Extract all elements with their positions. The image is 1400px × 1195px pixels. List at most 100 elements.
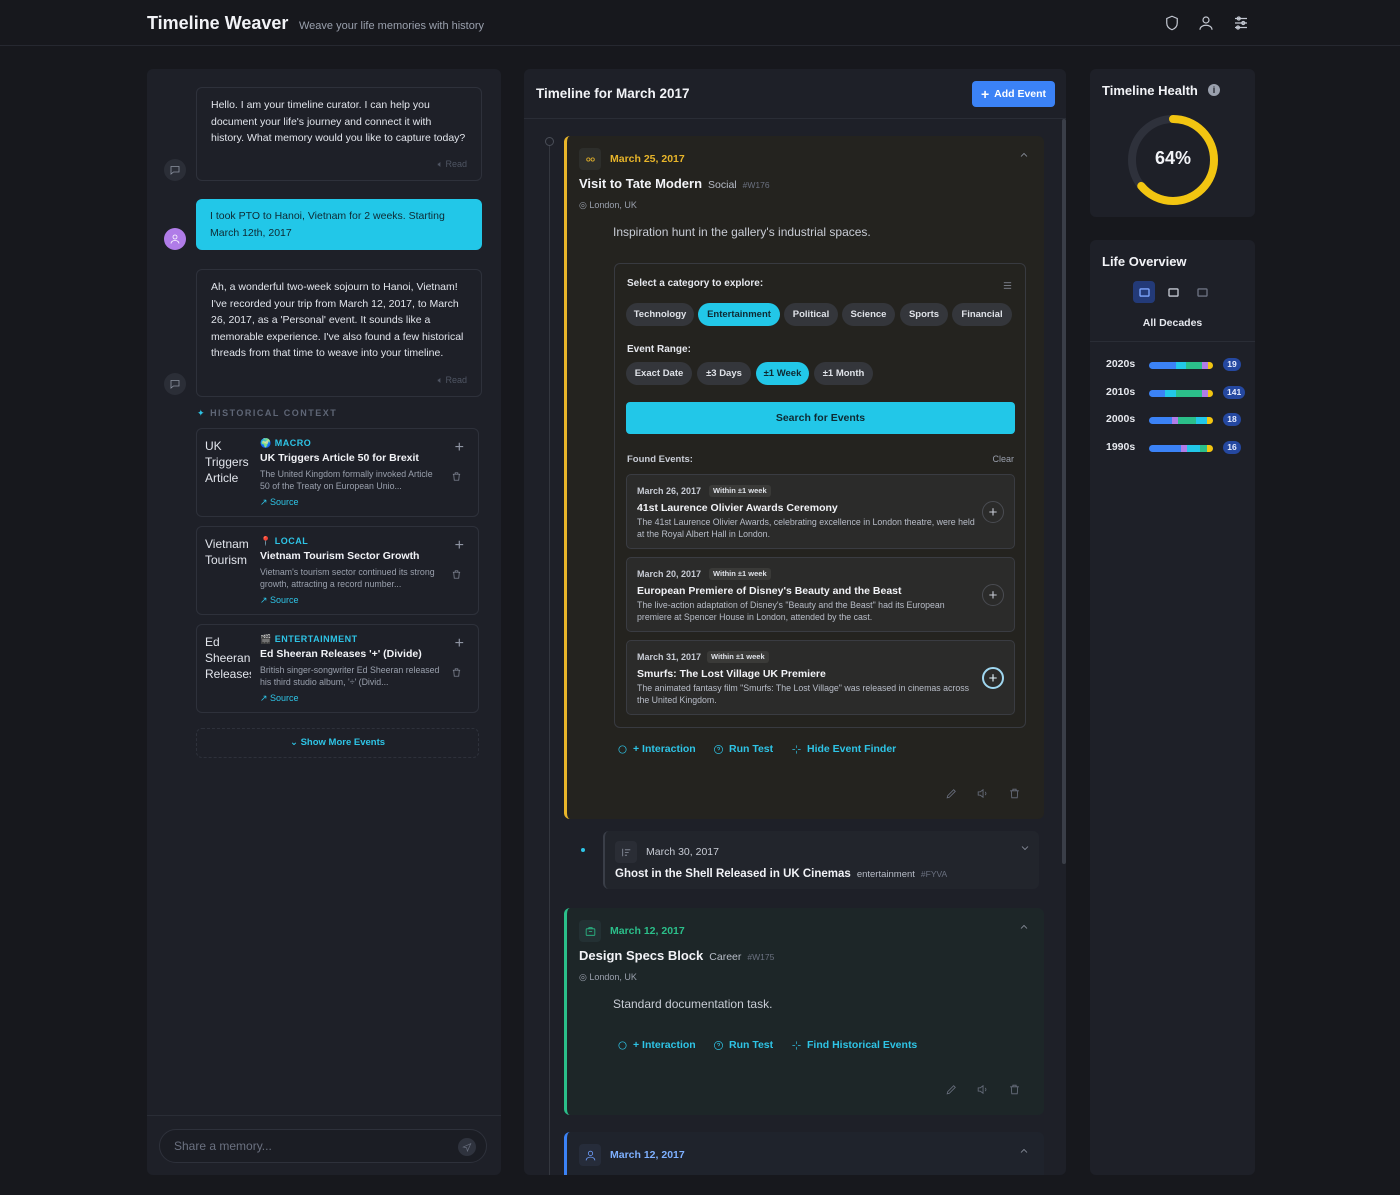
add-icon[interactable]: +	[455, 439, 464, 457]
historical-title: Ed Sheeran Releases '+' (Divide)	[260, 648, 422, 660]
category-chip-political[interactable]: Political	[784, 303, 838, 326]
historical-card[interactable]: Ed Sheeran Releases 🎬 ENTERTAINMENT Ed S…	[196, 624, 479, 713]
timeline-panel: Timeline for March 2017 + Add Event Marc…	[524, 69, 1066, 1175]
event-card-collapsed[interactable]: March 30, 2017 Ghost in the Shell Releas…	[603, 831, 1039, 889]
view-decades-button[interactable]	[1133, 281, 1155, 303]
plus-icon: +	[980, 86, 990, 102]
timeline-start-dot	[545, 137, 554, 146]
timeline-header: Timeline for March 2017 + Add Event	[524, 69, 1066, 119]
hide-event-finder-button[interactable]: Hide Event Finder	[791, 743, 896, 755]
read-aloud-button[interactable]: 🔈︎ Read	[438, 372, 467, 389]
view-months-button[interactable]	[1191, 281, 1213, 303]
add-interaction-button[interactable]: + Interaction	[617, 1039, 696, 1051]
range-chip-1week[interactable]: ±1 Week	[756, 362, 809, 385]
decade-row-2000s[interactable]: 2000s 18	[1106, 413, 1246, 427]
category-chip-sports[interactable]: Sports	[900, 303, 948, 326]
sparkle-icon	[792, 744, 801, 754]
found-date: March 31, 2017	[637, 652, 702, 662]
bot-message: Hello. I am your timeline curator. I can…	[196, 87, 482, 181]
within-badge: Within ±1 week	[707, 651, 769, 663]
clear-button[interactable]: Clear	[992, 454, 1014, 464]
event-card[interactable]: March 25, 2017 Visit to Tate Modern Socia…	[564, 136, 1044, 819]
filter-settings-icon[interactable]	[1002, 278, 1013, 296]
trash-icon[interactable]	[1008, 1083, 1021, 1101]
historical-card[interactable]: Vietnam Tourism 📍 LOCAL Vietnam Tourism …	[196, 526, 479, 615]
historical-context-label: ✦ HISTORICAL CONTEXT	[197, 408, 338, 418]
trash-icon[interactable]	[1008, 787, 1021, 805]
pencil-icon[interactable]	[945, 1083, 958, 1101]
chat-bubble-icon	[618, 1040, 627, 1050]
send-button[interactable]	[458, 1138, 476, 1156]
chevron-down-icon[interactable]	[1019, 841, 1031, 859]
decade-row-1990s[interactable]: 1990s 16	[1106, 441, 1246, 455]
briefcase-icon	[579, 920, 601, 942]
historical-desc: British singer-songwriter Ed Sheeran rel…	[260, 665, 440, 687]
event-description: Standard documentation task.	[613, 997, 773, 1011]
category-chip-science[interactable]: Science	[842, 303, 895, 326]
range-label: Event Range:	[627, 344, 691, 355]
location-icon: ◎	[579, 200, 587, 210]
view-years-button[interactable]	[1162, 281, 1184, 303]
message-text: Hello. I am your timeline curator. I can…	[211, 99, 466, 144]
within-badge: Within ±1 week	[709, 485, 771, 497]
run-test-button[interactable]: Run Test	[713, 1039, 773, 1051]
trash-icon[interactable]	[451, 665, 462, 683]
range-chip-exact[interactable]: Exact Date	[626, 362, 692, 385]
pencil-icon[interactable]	[945, 787, 958, 805]
event-code: #W176	[742, 180, 770, 190]
decade-row-2020s[interactable]: 2020s 19	[1106, 358, 1246, 372]
source-link[interactable]: ↗ Source	[260, 595, 299, 606]
chevron-up-icon[interactable]	[1018, 148, 1030, 166]
life-overview-panel: Life Overview All Decades 2020s 19 2010s…	[1090, 240, 1255, 1175]
add-icon[interactable]: +	[455, 537, 464, 555]
search-events-button[interactable]: Search for Events	[626, 402, 1015, 434]
speaker-icon[interactable]	[976, 1083, 989, 1101]
found-events-label: Found Events:	[627, 454, 693, 465]
found-title: European Premiere of Disney's Beauty and…	[637, 585, 902, 597]
category-chip-technology[interactable]: Technology	[626, 303, 694, 326]
add-event-button[interactable]: + Add Event	[972, 81, 1055, 107]
speaker-icon[interactable]	[976, 787, 989, 805]
scrollbar[interactable]	[1062, 119, 1066, 864]
run-test-button[interactable]: Run Test	[713, 743, 773, 755]
read-aloud-button[interactable]: 🔈︎ Read	[438, 156, 467, 173]
user-icon[interactable]	[1197, 14, 1215, 32]
find-historical-events-button[interactable]: Find Historical Events	[791, 1039, 917, 1051]
historical-category: 📍 LOCAL	[260, 536, 309, 546]
event-date: March 25, 2017	[610, 153, 685, 165]
add-found-event-button[interactable]: +	[982, 501, 1004, 523]
info-icon[interactable]: i	[1208, 84, 1220, 96]
source-link[interactable]: ↗ Source	[260, 693, 299, 704]
event-category: Career	[709, 951, 742, 963]
source-link[interactable]: ↗ Source	[260, 497, 299, 508]
category-chip-financial[interactable]: Financial	[952, 303, 1012, 326]
chevron-up-icon[interactable]	[1018, 920, 1030, 938]
user-message: I took PTO to Hanoi, Vietnam for 2 weeks…	[196, 199, 482, 250]
event-title: Design Specs Block Career #W175	[579, 948, 775, 963]
range-chip-3days[interactable]: ±3 Days	[697, 362, 751, 385]
chevron-up-icon[interactable]	[1018, 1144, 1030, 1162]
category-chip-entertainment[interactable]: Entertainment	[698, 303, 780, 326]
trash-icon[interactable]	[451, 567, 462, 585]
decade-row-2010s[interactable]: 2010s 141	[1106, 386, 1246, 400]
sliders-icon[interactable]	[1232, 14, 1250, 32]
decade-bar	[1149, 362, 1213, 369]
memory-input[interactable]	[159, 1129, 487, 1163]
shield-icon[interactable]	[1163, 14, 1181, 32]
historical-card[interactable]: UK Triggers Article 🌍 MACRO UK Triggers …	[196, 428, 479, 517]
divider	[1090, 341, 1255, 342]
decade-bar	[1149, 417, 1213, 424]
add-found-event-button[interactable]: +	[982, 584, 1004, 606]
historical-thumbnail: Vietnam Tourism	[205, 537, 249, 567]
trash-icon[interactable]	[451, 469, 462, 487]
add-icon[interactable]: +	[455, 635, 464, 653]
range-chip-1month[interactable]: ±1 Month	[814, 362, 873, 385]
add-interaction-button[interactable]: + Interaction	[617, 743, 696, 755]
chat-panel: Hello. I am your timeline curator. I can…	[147, 69, 501, 1175]
event-card[interactable]: March 12, 2017	[564, 1132, 1044, 1175]
event-card[interactable]: March 12, 2017 Design Specs Block Career #…	[564, 908, 1044, 1115]
person-icon	[579, 1144, 601, 1166]
decade-label: 2000s	[1106, 413, 1136, 425]
add-found-event-button[interactable]: +	[982, 667, 1004, 689]
show-more-events-button[interactable]: ⌄ Show More Events	[196, 728, 479, 758]
